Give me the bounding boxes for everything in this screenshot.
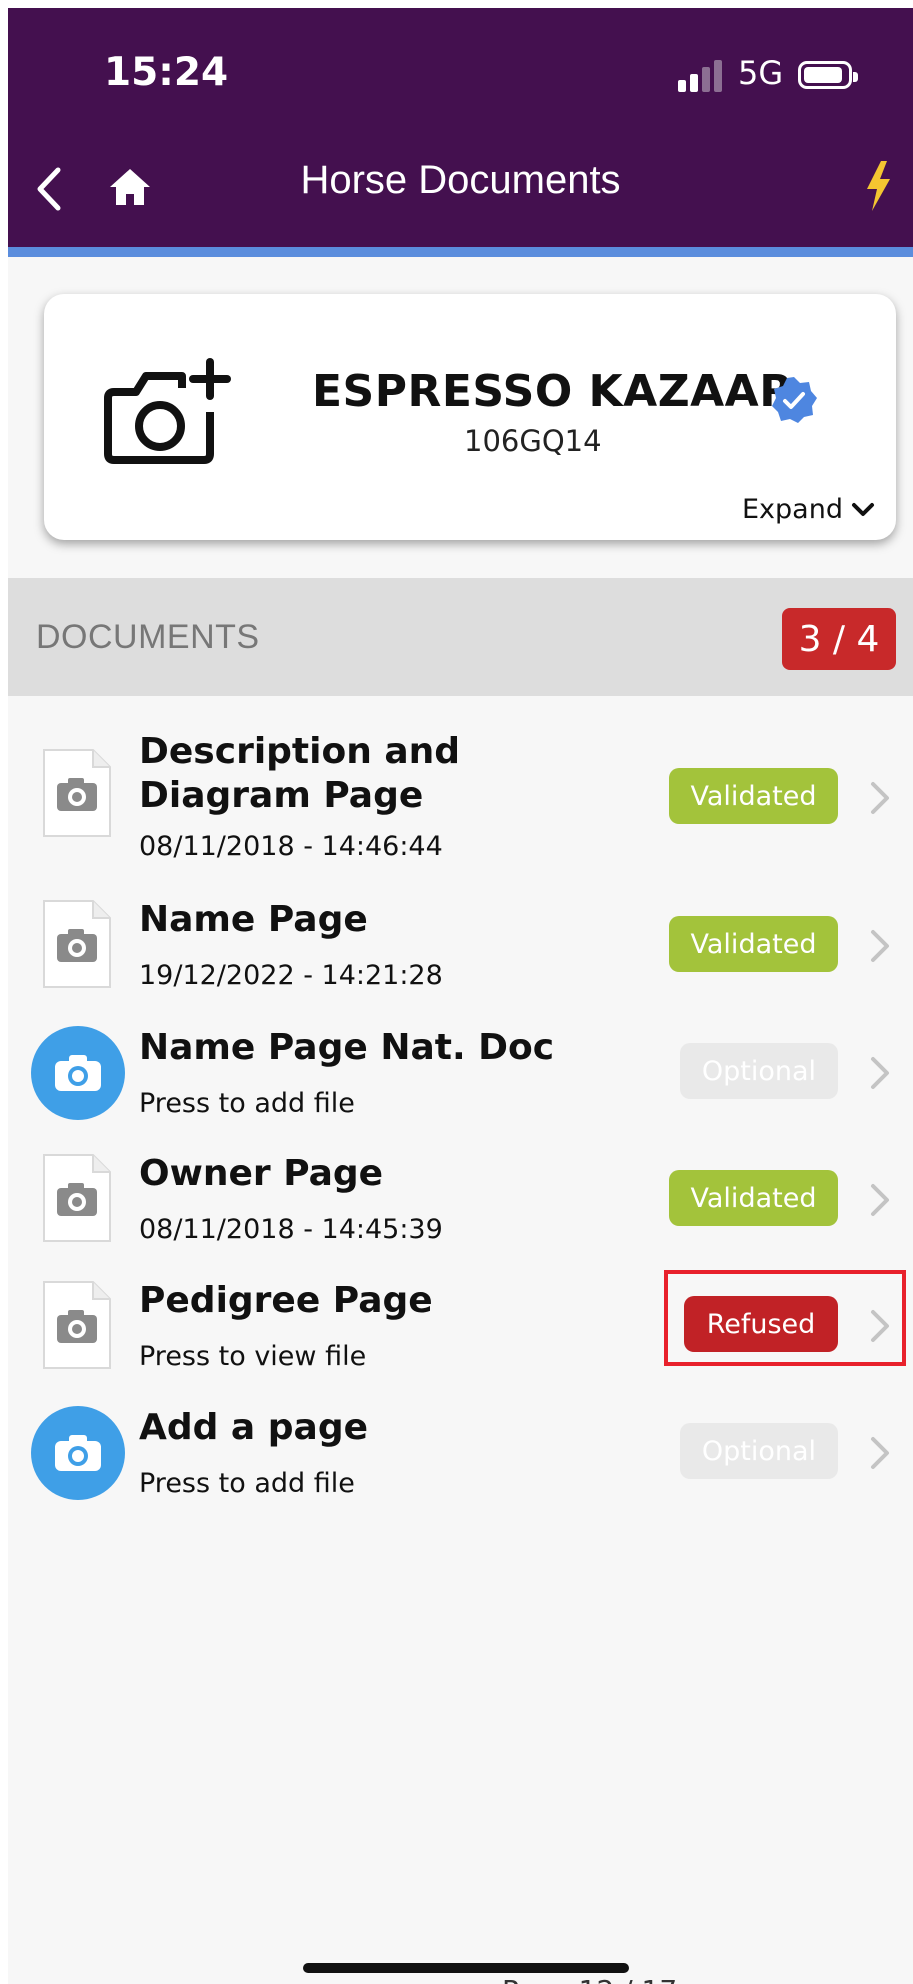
battery-icon — [798, 61, 858, 89]
document-row[interactable]: Name Page 19/12/2022 - 14:21:28 Validate… — [8, 890, 913, 1000]
horse-card[interactable]: ESPRESSO KAZAAR 106GQ14 Expand — [44, 294, 896, 540]
file-camera-icon — [43, 1154, 111, 1242]
camera-circle-icon — [31, 1026, 125, 1120]
add-photo-icon[interactable] — [102, 356, 232, 468]
chevron-right-icon — [871, 1184, 889, 1216]
horse-code: 106GQ14 — [464, 424, 602, 458]
status-badge: Validated — [669, 768, 838, 824]
document-title: Owner Page — [139, 1153, 384, 1194]
network-label: 5G — [738, 54, 784, 92]
document-title: Description and Diagram Page — [139, 731, 461, 816]
chevron-down-icon — [851, 502, 874, 516]
document-subtitle: 19/12/2022 - 14:21:28 — [139, 960, 443, 991]
horse-name: ESPRESSO KAZAAR — [312, 366, 794, 417]
highlight-box — [664, 1270, 906, 1366]
file-camera-icon — [43, 1281, 111, 1369]
document-row[interactable]: Description and Diagram Page 08/11/2018 … — [8, 724, 913, 864]
file-camera-icon — [43, 900, 111, 988]
document-subtitle: Press to add file — [139, 1468, 355, 1499]
documents-count-badge: 3 / 4 — [782, 608, 896, 670]
status-badge: Optional — [680, 1423, 838, 1479]
document-subtitle: Press to view file — [139, 1341, 367, 1372]
document-title: Add a page — [139, 1407, 369, 1448]
verified-badge-icon — [772, 377, 817, 423]
document-subtitle: 08/11/2018 - 14:46:44 — [139, 831, 443, 862]
camera-circle-icon — [31, 1406, 125, 1500]
document-title: Name Page — [139, 899, 368, 940]
signal-icon — [678, 60, 728, 92]
document-title: Name Page Nat. Doc — [139, 1027, 555, 1068]
documents-header: DOCUMENTS 3 / 4 — [8, 578, 913, 696]
expand-label: Expand — [742, 494, 843, 525]
status-badge: Validated — [669, 1170, 838, 1226]
status-badge: Optional — [680, 1043, 838, 1099]
document-row[interactable]: Add a page Press to add file Optional — [8, 1398, 913, 1508]
flash-icon[interactable] — [863, 160, 893, 212]
top-bar: 15:24 5G Horse Documents — [8, 8, 913, 247]
app-screen: 15:24 5G Horse Documents ESPRESSO KAZAAR… — [8, 8, 913, 1984]
documents-title: DOCUMENTS — [36, 618, 260, 656]
expand-button[interactable]: Expand — [742, 494, 875, 525]
document-subtitle: 08/11/2018 - 14:45:39 — [139, 1214, 443, 1245]
chevron-right-icon — [871, 1057, 889, 1089]
header-accent-line — [8, 247, 913, 257]
document-subtitle: Press to add file — [139, 1088, 355, 1119]
chevron-right-icon — [871, 930, 889, 962]
chevron-right-icon — [871, 782, 889, 814]
chevron-right-icon — [871, 1437, 889, 1469]
file-camera-icon — [43, 749, 111, 837]
page-title: Horse Documents — [300, 158, 621, 202]
document-row[interactable]: Owner Page 08/11/2018 - 14:45:39 Validat… — [8, 1144, 913, 1254]
document-row[interactable]: Name Page Nat. Doc Press to add file Opt… — [8, 1018, 913, 1128]
status-time: 15:24 — [104, 50, 229, 95]
page-indicator: Page 12 / 17 — [502, 1974, 677, 1984]
home-indicator — [303, 1963, 629, 1973]
document-title: Pedigree Page — [139, 1280, 433, 1321]
status-badge: Validated — [669, 916, 838, 972]
